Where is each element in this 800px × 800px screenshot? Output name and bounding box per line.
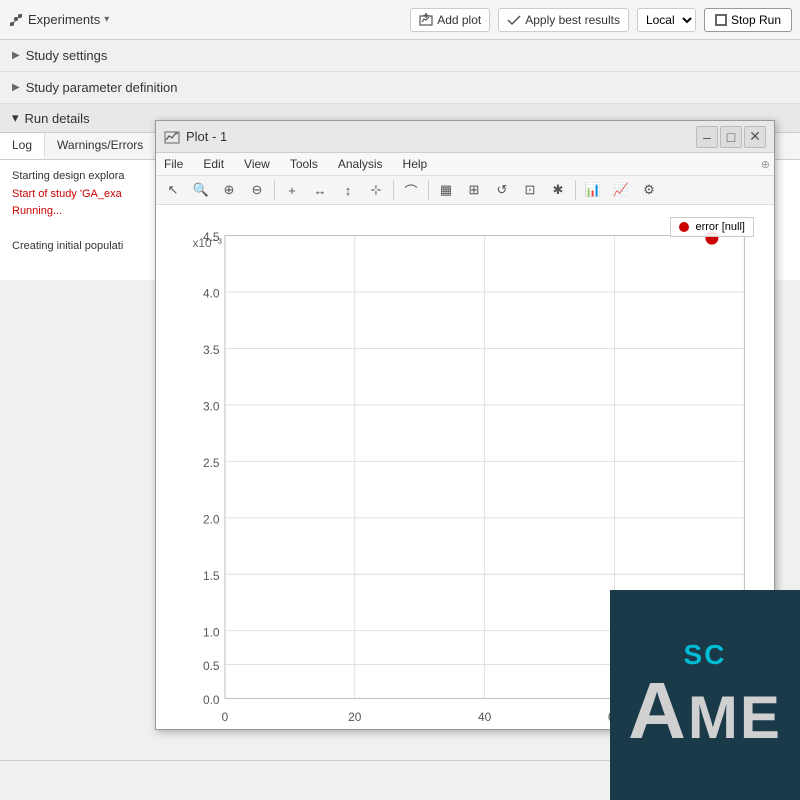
study-param-arrow: ▶ (12, 82, 20, 93)
tool-pan-v[interactable]: ↕ (335, 178, 361, 202)
stop-icon (715, 14, 727, 26)
tool-grid[interactable]: ⊞ (461, 178, 487, 202)
tool-table[interactable]: ▦ (433, 178, 459, 202)
app-icon (8, 12, 24, 28)
tool-bar-chart[interactable]: 📊 (580, 178, 606, 202)
legend-label: error [null] (695, 221, 745, 233)
add-plot-icon (419, 13, 433, 27)
tool-sep-3 (428, 180, 429, 200)
apply-best-button[interactable]: Apply best results (498, 8, 629, 32)
svg-text:2.0: 2.0 (203, 512, 220, 526)
plot-legend: error [null] (670, 217, 754, 237)
tool-zoom-box[interactable]: 🔍 (188, 178, 214, 202)
sc-text: SC (684, 639, 727, 671)
tool-select[interactable]: ⊡ (517, 178, 543, 202)
app-chevron[interactable]: ▾ (104, 14, 109, 25)
svg-text:3.0: 3.0 (203, 399, 220, 413)
study-settings-arrow: ▶ (12, 50, 20, 61)
tab-log[interactable]: Log (0, 133, 45, 159)
legend-dot (679, 222, 689, 232)
tool-refresh[interactable]: ↺ (489, 178, 515, 202)
plot-extra-icon[interactable]: ⊕ (761, 158, 770, 171)
svg-text:4.5: 4.5 (203, 230, 220, 244)
plot-titlebar: Plot - 1 – □ ✕ (156, 121, 774, 153)
tool-zoom-in[interactable]: ⊕ (216, 178, 242, 202)
add-plot-button[interactable]: Add plot (410, 8, 490, 32)
apply-best-icon (507, 13, 521, 27)
svg-text:0.0: 0.0 (203, 693, 220, 707)
tool-pan[interactable]: ⊹ (363, 178, 389, 202)
svg-text:3.5: 3.5 (203, 343, 220, 357)
ame-text: AME (628, 671, 782, 751)
menu-analysis[interactable]: Analysis (334, 155, 387, 173)
tool-settings[interactable]: ⚙ (636, 178, 662, 202)
stop-run-button[interactable]: Stop Run (704, 8, 792, 32)
tool-sep-2 (393, 180, 394, 200)
run-details-arrow: ▾ (12, 110, 19, 126)
menu-file[interactable]: File (160, 155, 187, 173)
menu-view[interactable]: View (240, 155, 274, 173)
app-title: Experiments ▾ (8, 12, 109, 28)
tool-line-chart[interactable]: 📈 (608, 178, 634, 202)
tab-warnings[interactable]: Warnings/Errors (45, 133, 156, 159)
locale-select[interactable]: Local (637, 8, 696, 32)
svg-text:40: 40 (478, 710, 491, 721)
tool-arrow[interactable]: ↖ (160, 178, 186, 202)
tool-sep-4 (575, 180, 576, 200)
svg-text:20: 20 (348, 710, 361, 721)
tool-zoom-out[interactable]: ⊖ (244, 178, 270, 202)
top-toolbar: Experiments ▾ Add plot Apply best result… (0, 0, 800, 40)
app-title-text: Experiments (28, 12, 100, 27)
tool-curve[interactable]: ⌒ (398, 178, 424, 202)
tool-pin[interactable]: ✱ (545, 178, 571, 202)
study-settings-header[interactable]: ▶ Study settings (0, 40, 800, 72)
study-param-header[interactable]: ▶ Study parameter definition (0, 72, 800, 104)
svg-text:2.5: 2.5 (203, 456, 220, 470)
plot-close-button[interactable]: ✕ (744, 126, 766, 148)
svg-text:0.5: 0.5 (203, 659, 220, 673)
plot-maximize-button[interactable]: □ (720, 126, 742, 148)
menu-tools[interactable]: Tools (286, 155, 322, 173)
svg-text:0: 0 (222, 710, 229, 721)
svg-text:1.5: 1.5 (203, 569, 220, 583)
menu-edit[interactable]: Edit (199, 155, 228, 173)
plot-window-icon (164, 129, 180, 145)
sc-ame-logo: SC AME (610, 590, 800, 800)
menu-help[interactable]: Help (399, 155, 432, 173)
plot-menubar: File Edit View Tools Analysis Help ⊕ (156, 153, 774, 176)
tool-crosshair[interactable]: + (279, 178, 305, 202)
plot-minimize-button[interactable]: – (696, 126, 718, 148)
svg-text:1.0: 1.0 (203, 625, 220, 639)
plot-toolbar: ↖ 🔍 ⊕ ⊖ + ↔ ↕ ⊹ ⌒ ▦ ⊞ ↺ ⊡ ✱ 📊 📈 ⚙ (156, 176, 774, 205)
plot-title-text: Plot - 1 (186, 129, 694, 144)
svg-text:4.0: 4.0 (203, 286, 220, 300)
tool-pan-h[interactable]: ↔ (307, 178, 333, 202)
tool-sep-1 (274, 180, 275, 200)
